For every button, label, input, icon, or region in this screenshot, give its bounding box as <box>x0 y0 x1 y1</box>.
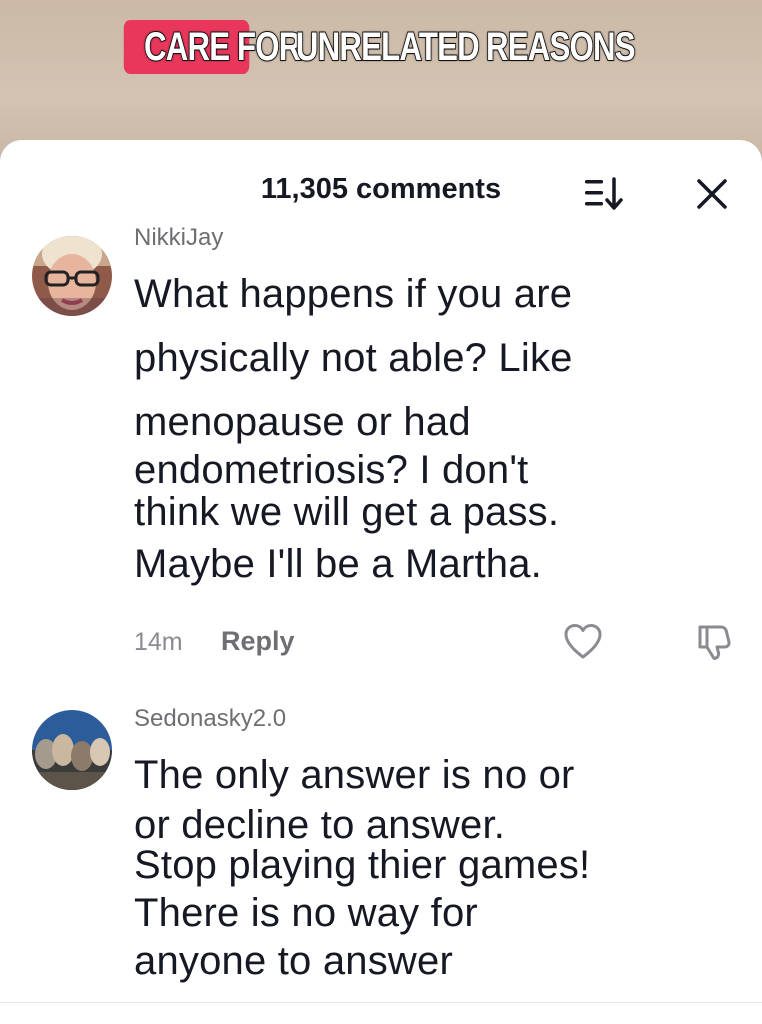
heart-icon[interactable] <box>563 622 603 662</box>
comment-text: The only answer is no or or decline to a… <box>134 747 734 989</box>
comments-count: 11,305 comments <box>260 173 502 205</box>
comment-text-line: What happens if you are <box>134 272 573 316</box>
comments-sheet: 11,305 comments NikkiJay What happens if… <box>0 140 762 1024</box>
comment-text-line: The only answer is no or <box>134 753 575 797</box>
sort-icon[interactable] <box>582 174 626 214</box>
reply-button[interactable]: Reply <box>221 626 295 657</box>
comment-timestamp: 14m <box>134 628 183 656</box>
comment-text-line: Maybe I'll be a Martha. <box>134 542 542 586</box>
caption-word: FOR <box>236 24 302 70</box>
comment-username[interactable]: NikkiJay <box>134 224 223 252</box>
comment-text-line: think we will get a pass. <box>134 490 560 534</box>
comment-username[interactable]: Sedonasky2.0 <box>134 705 286 733</box>
comment-text-line: physically not able? Like <box>134 336 573 380</box>
dislike-icon[interactable] <box>694 622 734 662</box>
comment-text: What happens if you are physically not a… <box>134 266 734 592</box>
avatar[interactable] <box>32 236 112 316</box>
divider <box>0 1002 762 1003</box>
caption-word-highlighted: CARE <box>123 20 250 74</box>
comment-text-line: anyone to answer <box>134 939 453 983</box>
caption-word: REASONS <box>485 24 636 70</box>
video-caption: CARE FOR UNRELATED REASONS <box>0 20 762 74</box>
comments-header: 11,305 comments <box>0 140 762 240</box>
caption-word: UNRELATED <box>295 24 480 70</box>
avatar[interactable] <box>32 710 112 790</box>
close-icon[interactable] <box>694 176 730 212</box>
